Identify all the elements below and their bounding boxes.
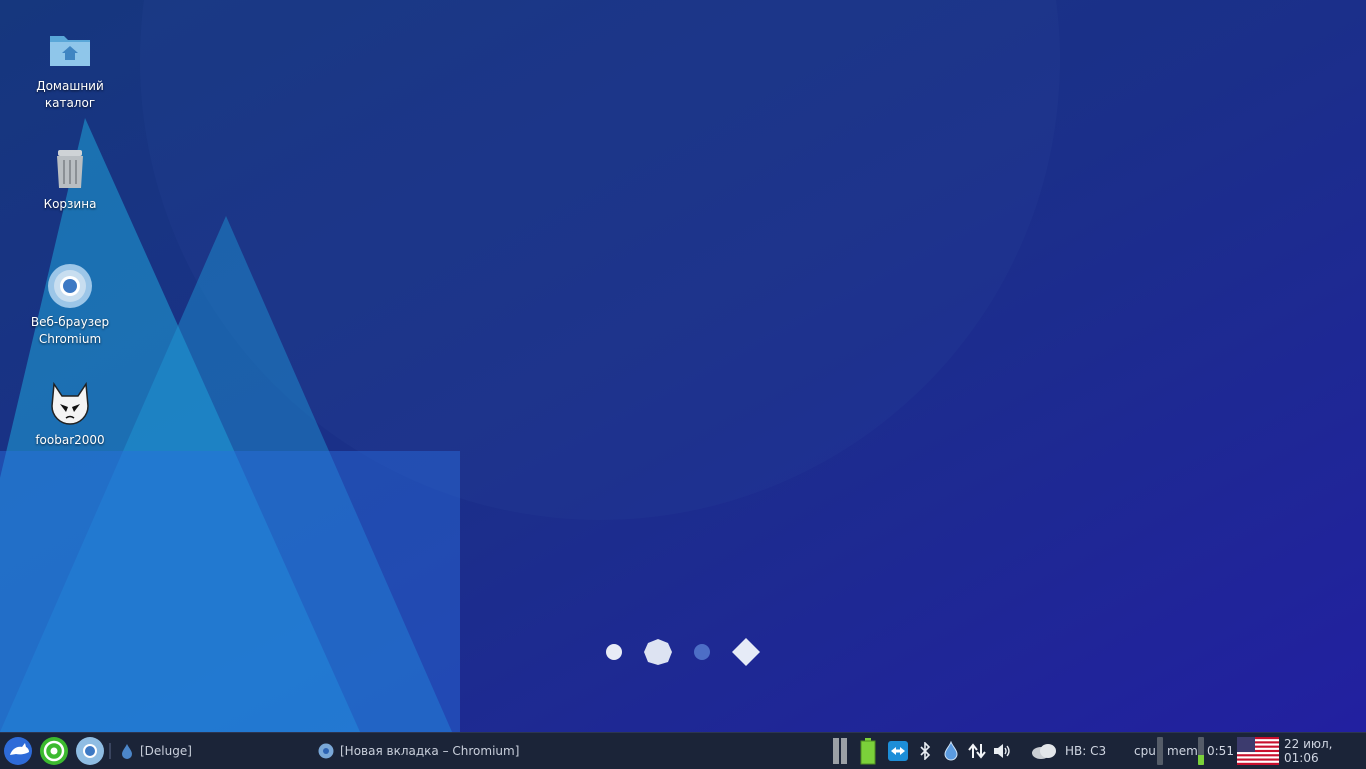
clipboard-icon[interactable]	[829, 733, 851, 769]
bottom-panel: [Deluge] [Новая вкладка – Chromium] НВ: …	[0, 732, 1366, 769]
trash-icon	[57, 150, 83, 188]
desktop-icon-label: Веб-браузер Chromium	[30, 315, 110, 346]
desktop-icon-trash[interactable]: Корзина	[22, 144, 118, 213]
cpu-meter[interactable]	[1157, 737, 1163, 765]
network-icon[interactable]	[966, 733, 988, 769]
battery-time[interactable]: 0:51	[1207, 733, 1234, 769]
taskbar-item-label: [Новая вкладка – Chromium]	[340, 744, 520, 758]
cpu-label: cpu	[1134, 744, 1156, 758]
chromium-launcher[interactable]	[75, 736, 105, 766]
mem-meter[interactable]	[1198, 737, 1204, 765]
whatsapp-icon	[40, 737, 68, 765]
wallpaper	[0, 0, 1366, 732]
foobar2000-icon	[51, 381, 89, 425]
desktop-icon-home[interactable]: Домашний каталог	[22, 26, 118, 112]
teamviewer-icon[interactable]	[887, 733, 909, 769]
clock[interactable]: 22 июл, 01:06	[1284, 733, 1366, 769]
applications-menu-button[interactable]	[3, 736, 33, 766]
desktop-icon-label: foobar2000	[35, 433, 105, 447]
desktop-icon-foobar2000[interactable]: foobar2000	[22, 380, 118, 449]
weather-text[interactable]: НВ: C3	[1065, 733, 1106, 769]
decorative-shapes	[606, 638, 760, 666]
deluge-icon	[122, 744, 132, 759]
xfce-mouse-icon	[4, 737, 32, 765]
chromium-icon	[76, 737, 104, 765]
home-folder-icon	[50, 36, 90, 66]
keyboard-layout-flag[interactable]	[1237, 733, 1279, 769]
desktop-icon-label: Домашний каталог	[36, 79, 104, 110]
bluetooth-icon[interactable]	[914, 733, 936, 769]
us-flag-icon	[1237, 737, 1279, 765]
mem-label: mem	[1167, 744, 1198, 758]
deluge-tray-icon[interactable]	[940, 733, 962, 769]
taskbar-item-chromium[interactable]: [Новая вкладка – Chromium]	[318, 733, 519, 769]
whatsapp-launcher[interactable]	[39, 736, 69, 766]
volume-icon[interactable]	[991, 733, 1013, 769]
weather-icon[interactable]	[1030, 733, 1058, 769]
panel-separator	[109, 743, 111, 759]
desktop-icon-label: Корзина	[43, 197, 97, 211]
taskbar-item-label: [Deluge]	[140, 744, 192, 758]
battery-icon[interactable]	[857, 733, 879, 769]
desktop-icon-chromium[interactable]: Веб-браузер Chromium	[22, 262, 118, 348]
chromium-icon	[48, 264, 92, 308]
chromium-icon	[318, 743, 334, 759]
taskbar-item-deluge[interactable]: [Deluge]	[120, 733, 192, 769]
